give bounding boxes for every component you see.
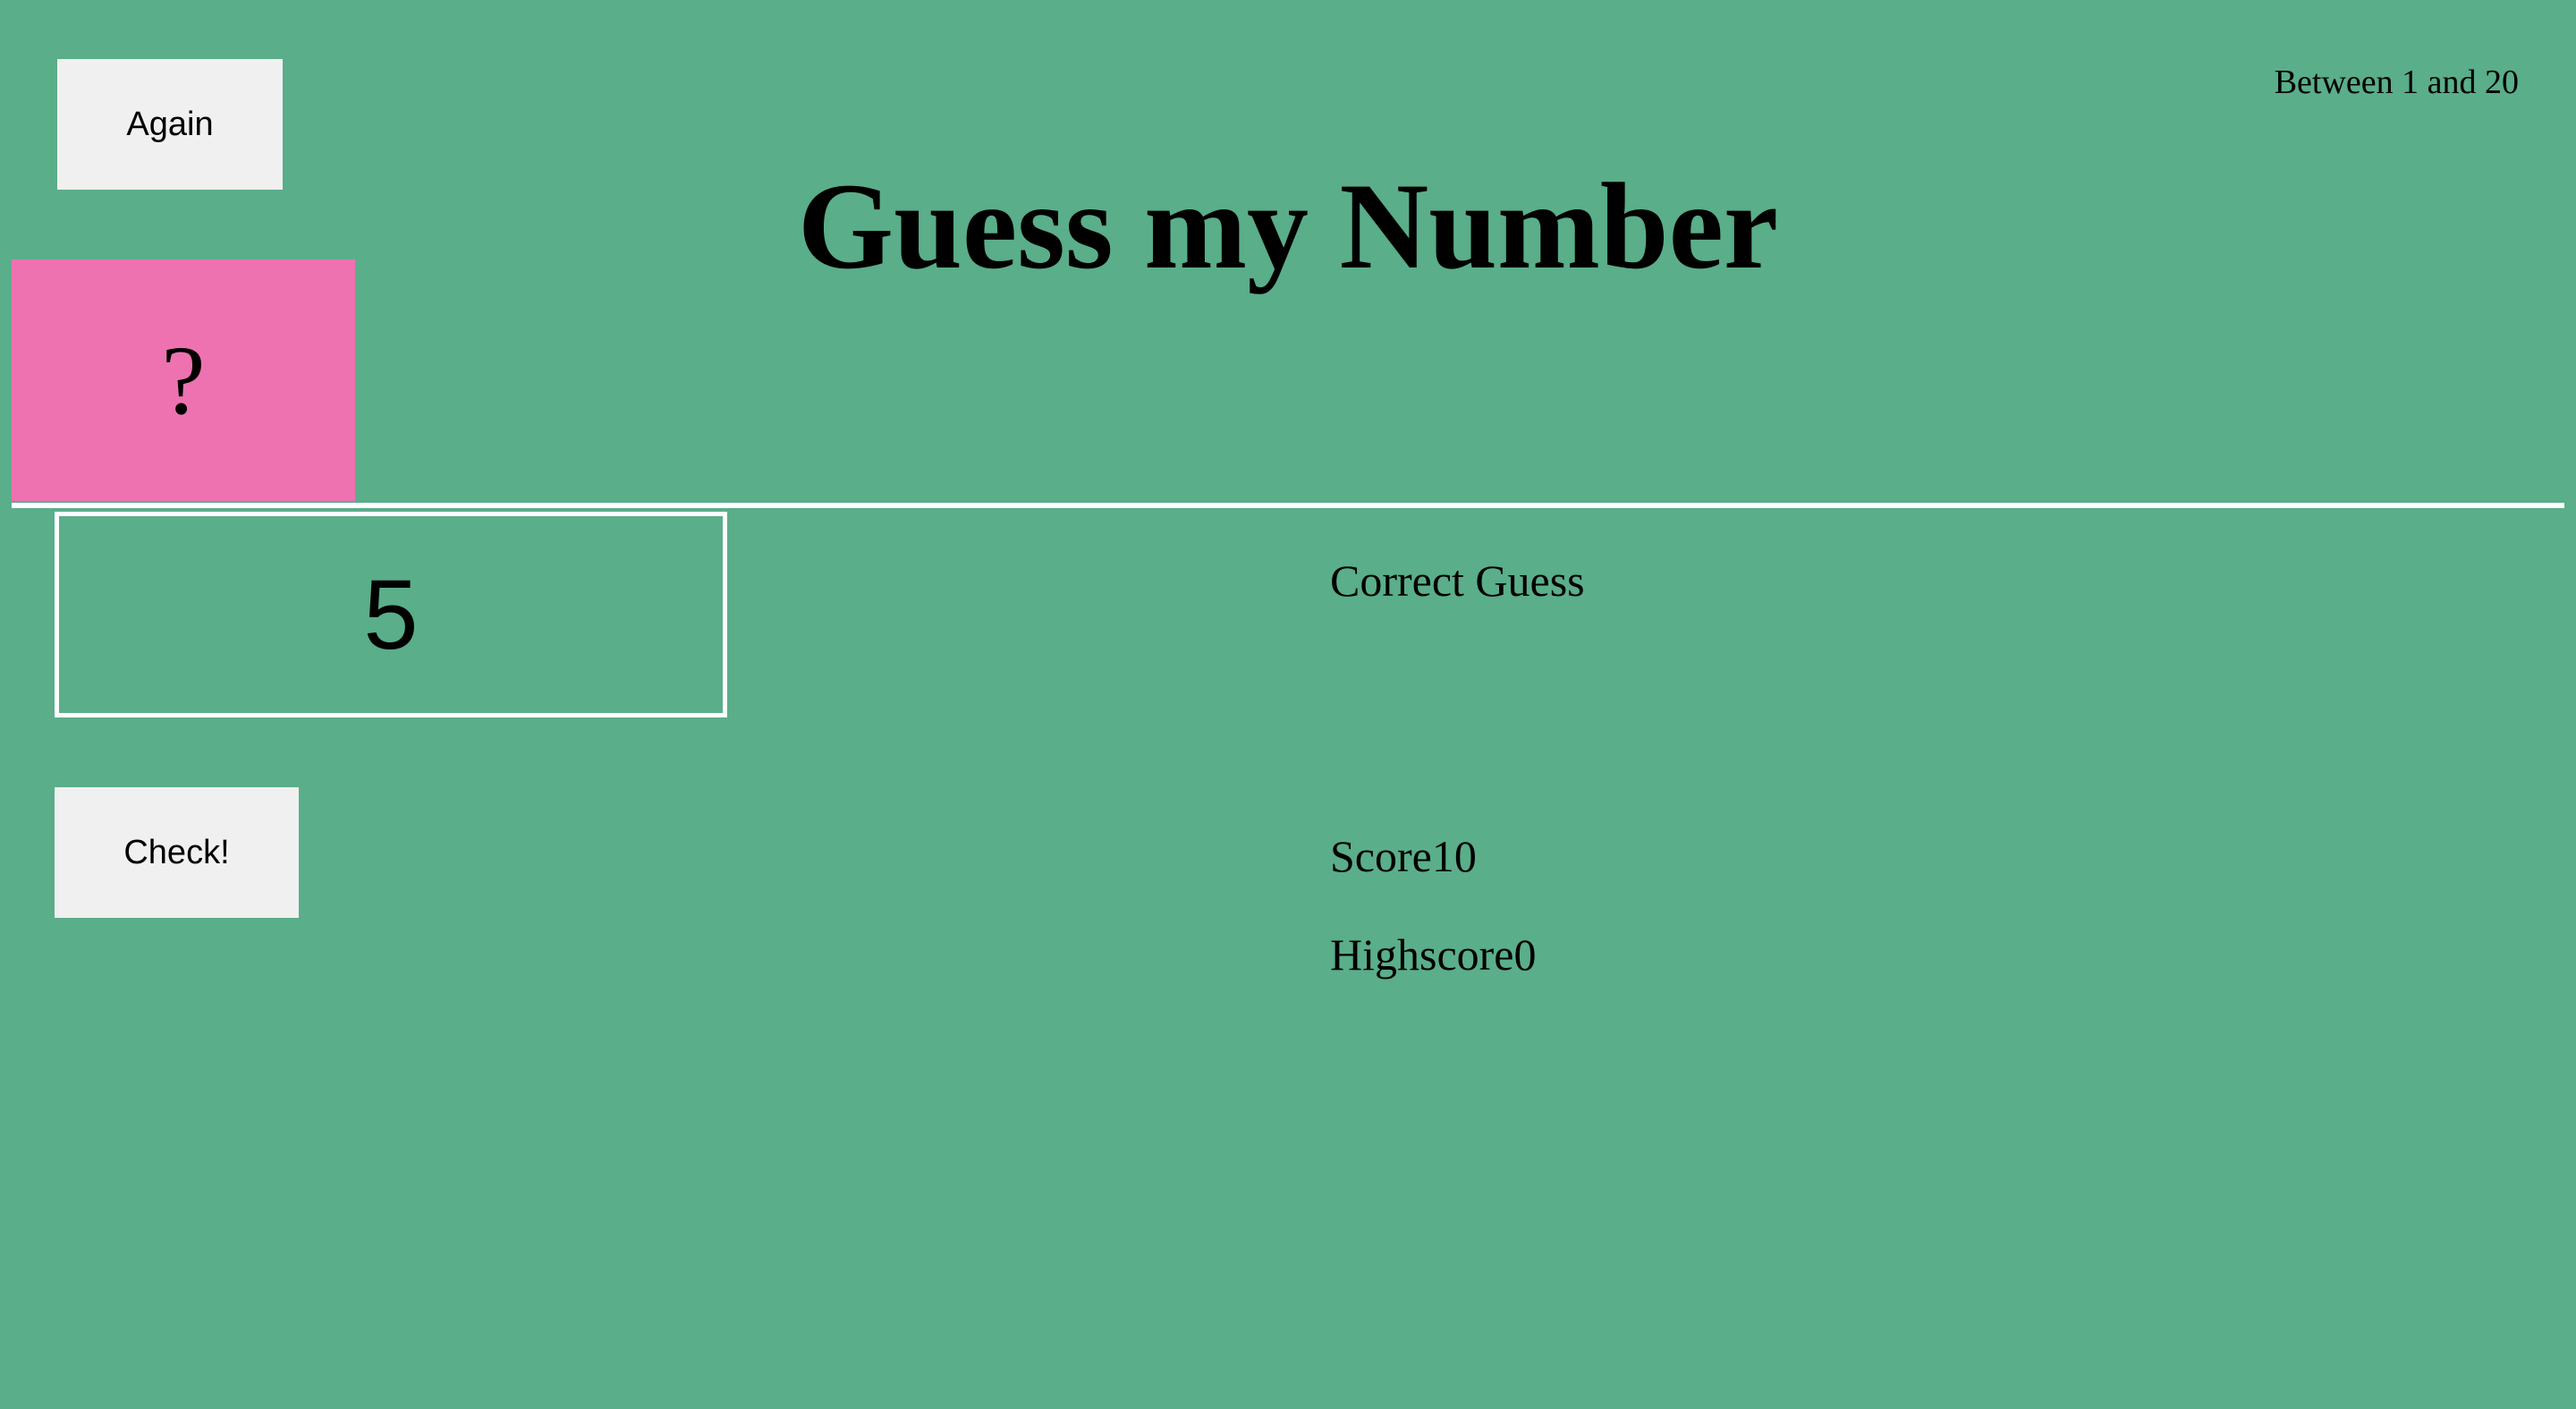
highscore-value: 0: [1513, 929, 1537, 980]
score-label: Score: [1330, 831, 1432, 881]
highscore-display: Highscore0: [1330, 929, 1537, 980]
page-title: Guess my Number: [797, 157, 1779, 294]
check-button[interactable]: Check!: [55, 787, 299, 918]
secret-number-box: ?: [12, 259, 355, 501]
guess-input[interactable]: [55, 512, 727, 717]
secret-number: ?: [161, 326, 206, 435]
game-message: Correct Guess: [1330, 556, 1585, 606]
highscore-label: Highscore: [1330, 929, 1514, 980]
score-value: 10: [1431, 831, 1477, 881]
range-hint: Between 1 and 20: [2274, 64, 2519, 101]
divider: [12, 503, 2564, 508]
score-display: Score10: [1330, 830, 1477, 882]
